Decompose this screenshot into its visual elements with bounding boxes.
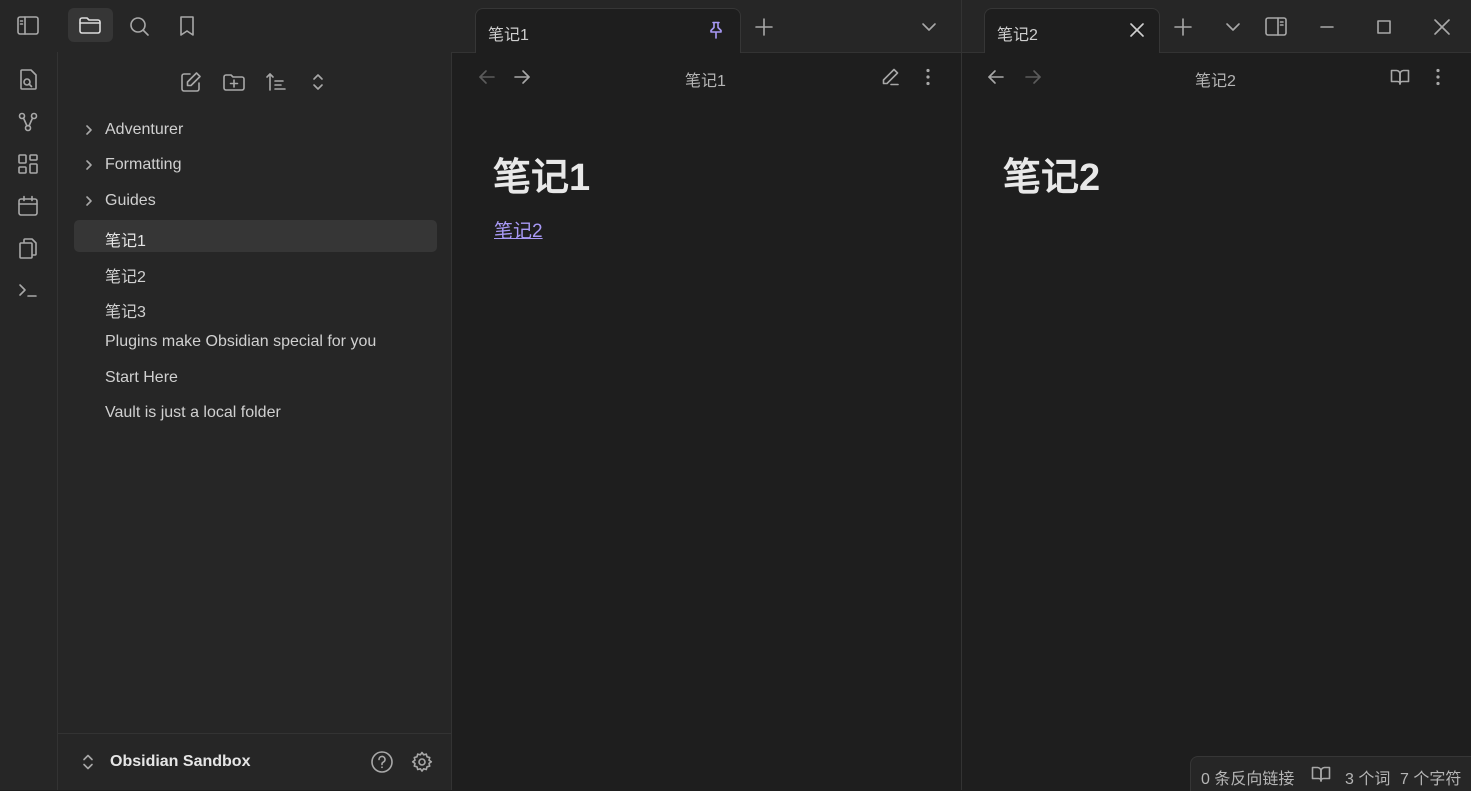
search-icon bbox=[130, 17, 149, 36]
new-note-icon[interactable] bbox=[177, 68, 205, 96]
search-tab[interactable] bbox=[125, 12, 153, 40]
maximize-icon[interactable] bbox=[1372, 15, 1396, 39]
char-count: 7 个字符 bbox=[1400, 771, 1462, 788]
view-header-title[interactable]: 笔记2 bbox=[1195, 67, 1236, 91]
vault-switch-icon[interactable] bbox=[78, 752, 98, 772]
tree-item-label: Guides bbox=[105, 191, 156, 209]
note-heading: 笔记1 bbox=[493, 157, 591, 199]
sort-icon[interactable] bbox=[262, 68, 290, 96]
tree-item-label: 笔记1 bbox=[105, 233, 146, 251]
quick-switcher-icon[interactable] bbox=[14, 66, 42, 94]
bookmark-icon bbox=[180, 16, 194, 36]
right-sidebar-toggle-icon[interactable] bbox=[1263, 14, 1289, 40]
templates-icon[interactable] bbox=[14, 234, 42, 262]
file-explorer: Adventurer Formatting Guides 笔记1 笔记2 笔记3 Plugi… bbox=[58, 52, 452, 790]
vault-switcher[interactable]: Obsidian Sandbox bbox=[58, 733, 451, 790]
help-icon[interactable] bbox=[370, 750, 394, 774]
more-options-icon[interactable] bbox=[917, 66, 939, 88]
internal-link[interactable]: 笔记2 bbox=[494, 216, 543, 243]
canvas-icon[interactable] bbox=[14, 150, 42, 178]
tree-item-label: 笔记3 bbox=[105, 304, 146, 321]
tab-list-chevron-down-icon[interactable] bbox=[1221, 15, 1245, 39]
tab-note-2[interactable]: 笔记2 bbox=[984, 8, 1160, 53]
tree-item-label: Adventurer bbox=[105, 121, 184, 138]
chevron-right-icon[interactable] bbox=[82, 194, 96, 208]
minimize-icon[interactable] bbox=[1315, 15, 1339, 39]
status-bar: 0 条反向链接 3 个词 7 个字符 bbox=[1190, 756, 1471, 791]
close-tab-icon[interactable] bbox=[1127, 20, 1147, 40]
ribbon bbox=[0, 52, 58, 790]
tree-folder[interactable]: Guides bbox=[74, 185, 437, 217]
backlinks-count[interactable]: 0 条反向链接 bbox=[1201, 765, 1294, 789]
back-arrow-icon[interactable] bbox=[985, 66, 1007, 88]
pin-icon[interactable] bbox=[706, 20, 726, 40]
tab-title: 笔记2 bbox=[997, 27, 1038, 44]
edit-pencil-icon[interactable] bbox=[879, 66, 901, 88]
tree-item-label: Start Here bbox=[105, 368, 178, 386]
new-tab-icon[interactable] bbox=[1171, 15, 1195, 39]
left-titlebar bbox=[0, 0, 452, 53]
chevron-right-icon[interactable] bbox=[82, 123, 96, 137]
tree-file[interactable]: Start Here bbox=[74, 362, 437, 394]
note-heading: 笔记2 bbox=[1003, 157, 1101, 199]
sidebar-toggle-icon[interactable] bbox=[14, 12, 42, 40]
view-header-title[interactable]: 笔记1 bbox=[685, 67, 726, 91]
close-window-icon[interactable] bbox=[1430, 15, 1454, 39]
tab-list-chevron-down-icon[interactable] bbox=[917, 15, 941, 39]
tree-file[interactable]: Vault is just a local folder bbox=[74, 397, 437, 429]
tab-note-1[interactable]: 笔记1 bbox=[475, 8, 741, 53]
new-folder-icon[interactable] bbox=[220, 68, 248, 96]
folder-icon bbox=[76, 11, 104, 39]
bookmarks-tab[interactable] bbox=[173, 12, 201, 40]
settings-gear-icon[interactable] bbox=[410, 750, 434, 774]
tree-folder[interactable]: Formatting bbox=[74, 149, 437, 181]
forward-arrow-icon[interactable] bbox=[1022, 66, 1044, 88]
word-count: 3 个词 bbox=[1345, 771, 1391, 788]
calendar-icon[interactable] bbox=[14, 192, 42, 220]
terminal-icon[interactable] bbox=[14, 276, 42, 304]
tree-file[interactable]: Plugins make Obsidian special for you bbox=[74, 326, 437, 358]
tab-title: 笔记1 bbox=[488, 27, 529, 44]
tab-strip: 笔记1 bbox=[452, 0, 961, 53]
tree-file[interactable]: 笔记3 bbox=[74, 291, 437, 323]
back-arrow-icon[interactable] bbox=[476, 66, 498, 88]
vault-name: Obsidian Sandbox bbox=[110, 753, 251, 770]
tree-item-label: Formatting bbox=[105, 156, 182, 174]
collapse-all-icon[interactable] bbox=[304, 68, 332, 96]
file-explorer-tab[interactable] bbox=[68, 8, 113, 42]
tree-file[interactable]: 笔记1 bbox=[74, 220, 437, 253]
new-tab-icon[interactable] bbox=[752, 15, 776, 39]
tree-item-label: 笔记2 bbox=[105, 268, 146, 286]
chevron-right-icon[interactable] bbox=[82, 158, 96, 172]
tree-file[interactable]: 笔记2 bbox=[74, 256, 437, 288]
editor-pane-left: 笔记1 笔记1 笔记1 笔记2 bbox=[452, 0, 962, 790]
forward-arrow-icon[interactable] bbox=[511, 66, 533, 88]
more-options-icon[interactable] bbox=[1427, 66, 1449, 88]
tree-folder[interactable]: Adventurer bbox=[74, 114, 437, 146]
editor-pane-right: 笔记2 笔记2 笔记2 bbox=[962, 0, 1471, 790]
tab-strip-right: 笔记2 bbox=[962, 0, 1471, 53]
tree-item-label: Vault is just a local folder bbox=[105, 404, 281, 422]
tree-item-label: Plugins make Obsidian special for you bbox=[105, 333, 377, 351]
reading-view-book-icon[interactable] bbox=[1389, 66, 1411, 88]
graph-icon[interactable] bbox=[14, 108, 42, 136]
reading-mode-book-icon[interactable] bbox=[1310, 763, 1332, 785]
